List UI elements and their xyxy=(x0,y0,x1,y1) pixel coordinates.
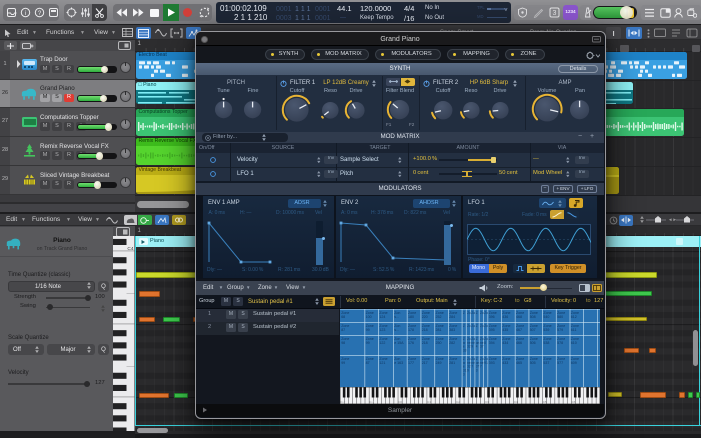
svg-text:394: 394 xyxy=(489,341,495,345)
svg-text:466: 466 xyxy=(516,341,522,345)
svg-text:Z: Z xyxy=(476,310,478,314)
svg-text:284: 284 xyxy=(449,315,455,319)
svg-text:433: 433 xyxy=(502,361,508,365)
svg-text:100: 100 xyxy=(366,315,372,319)
svg-text:540: 540 xyxy=(543,315,549,319)
svg-text:37: 37 xyxy=(480,344,484,348)
svg-text:e 163: e 163 xyxy=(394,361,403,365)
svg-text:393: 393 xyxy=(489,361,495,365)
svg-text:395: 395 xyxy=(489,328,495,332)
svg-text:Z: Z xyxy=(463,310,465,314)
svg-text:e 15A: e 15A xyxy=(394,341,404,345)
svg-text:467: 467 xyxy=(516,328,522,332)
svg-text:32: 32 xyxy=(467,344,471,348)
svg-text:121: 121 xyxy=(379,361,385,365)
svg-text:579: 579 xyxy=(557,328,563,332)
svg-text:178: 178 xyxy=(408,328,414,332)
svg-text:249: 249 xyxy=(436,361,442,365)
svg-text:177: 177 xyxy=(408,361,414,365)
svg-text:383: 383 xyxy=(449,328,455,332)
svg-text:Z: Z xyxy=(476,323,478,327)
svg-text:506: 506 xyxy=(530,341,536,345)
svg-text:468: 468 xyxy=(516,315,522,319)
svg-text:537: 537 xyxy=(543,361,549,365)
svg-text:9: 9 xyxy=(467,368,469,372)
svg-text:99: 99 xyxy=(366,341,370,345)
svg-text:9: 9 xyxy=(471,344,473,348)
svg-text:8: 8 xyxy=(484,340,486,344)
svg-text:281: 281 xyxy=(449,361,455,365)
svg-text:436: 436 xyxy=(502,315,508,319)
svg-text:3: 3 xyxy=(476,368,478,372)
svg-text:C4: C4 xyxy=(127,246,133,252)
svg-text:611: 611 xyxy=(571,328,577,332)
svg-text:180: 180 xyxy=(408,315,414,319)
svg-text:435: 435 xyxy=(502,328,508,332)
svg-text:218: 218 xyxy=(422,328,428,332)
svg-text:124: 124 xyxy=(379,315,385,319)
svg-text:99: 99 xyxy=(366,328,370,332)
svg-text:609: 609 xyxy=(571,361,577,365)
svg-text:282: 282 xyxy=(449,341,455,345)
svg-text:538: 538 xyxy=(543,341,549,345)
svg-text:252: 252 xyxy=(436,315,442,319)
svg-text:7: 7 xyxy=(480,364,482,368)
svg-text:3: 3 xyxy=(463,372,465,376)
svg-text:87: 87 xyxy=(341,328,345,332)
svg-text:220: 220 xyxy=(422,315,428,319)
svg-text:218: 218 xyxy=(422,341,428,345)
svg-text:396: 396 xyxy=(489,315,495,319)
svg-text:250: 250 xyxy=(436,341,442,345)
svg-text:123: 123 xyxy=(379,328,385,332)
svg-text:465: 465 xyxy=(516,361,522,365)
svg-text:98: 98 xyxy=(341,341,345,345)
svg-text:7: 7 xyxy=(471,364,473,368)
svg-text:122: 122 xyxy=(379,341,385,345)
svg-text:i: i xyxy=(25,10,26,17)
svg-text:s...: s... xyxy=(394,315,399,319)
svg-text:281: 281 xyxy=(436,328,442,332)
svg-text:Z: Z xyxy=(463,323,465,327)
svg-text:612: 612 xyxy=(571,315,577,319)
svg-text:87: 87 xyxy=(366,361,370,365)
svg-text:507: 507 xyxy=(530,328,536,332)
svg-text:3: 3 xyxy=(553,10,557,17)
svg-text:91: 91 xyxy=(484,360,488,364)
svg-text:s...: s... xyxy=(394,328,399,332)
svg-text:539: 539 xyxy=(543,328,549,332)
svg-text:577: 577 xyxy=(557,361,563,365)
svg-text:99: 99 xyxy=(341,361,345,365)
svg-text:68: 68 xyxy=(341,315,345,319)
svg-text:580: 580 xyxy=(557,315,563,319)
svg-text:505: 505 xyxy=(530,361,536,365)
svg-text:508: 508 xyxy=(530,315,536,319)
svg-text:4: 4 xyxy=(476,344,478,348)
svg-text:434: 434 xyxy=(502,341,508,345)
svg-text:33: 33 xyxy=(463,348,467,352)
svg-text:176: 176 xyxy=(408,341,414,345)
svg-text:578: 578 xyxy=(557,341,563,345)
svg-text:610: 610 xyxy=(571,341,577,345)
svg-text:217: 217 xyxy=(422,361,428,365)
